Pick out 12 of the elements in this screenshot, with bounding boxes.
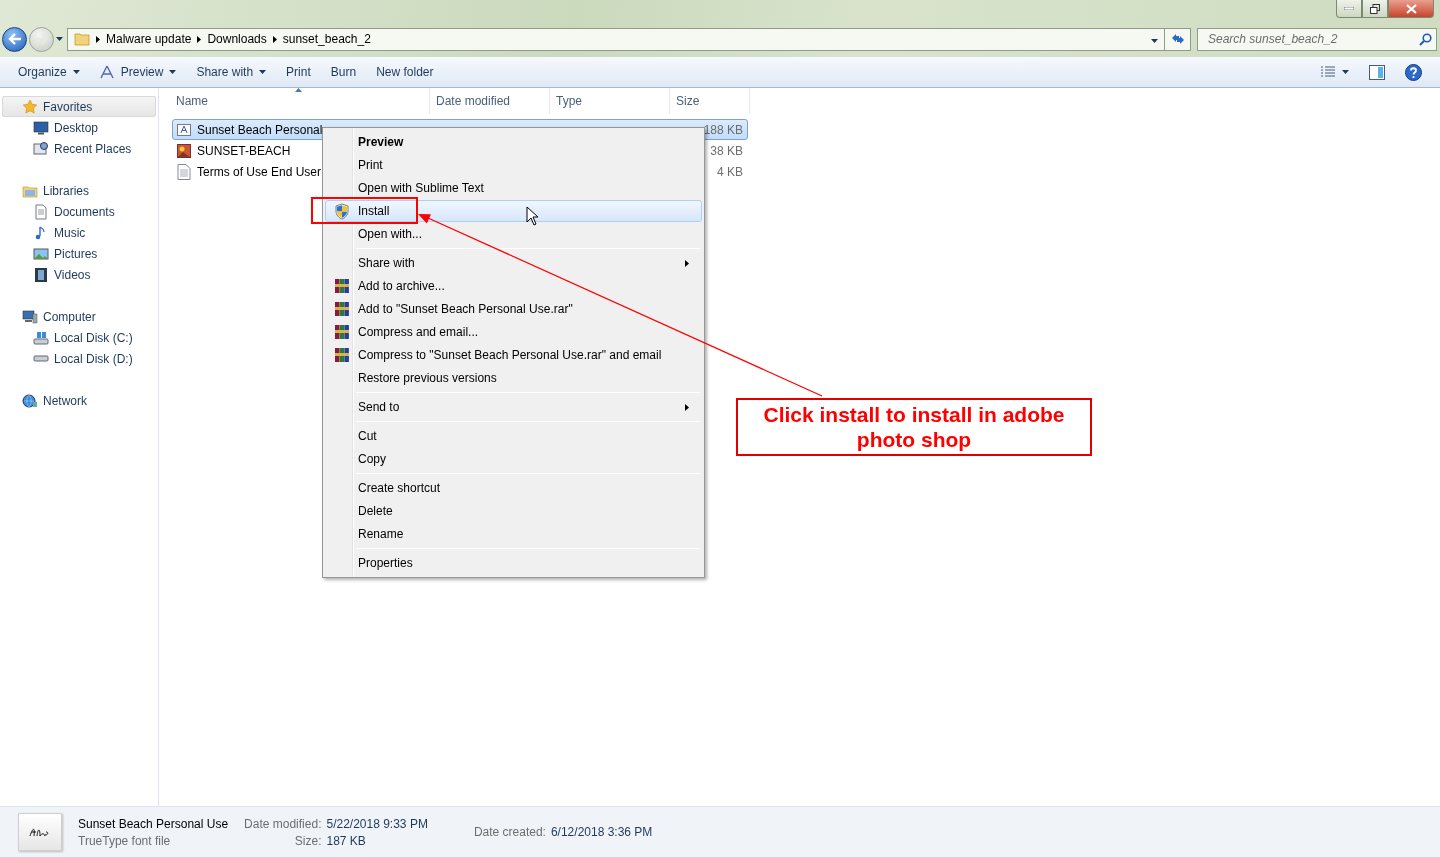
detail-value: 5/22/2018 9:33 PM xyxy=(326,816,428,831)
detail-value: 187 KB xyxy=(326,833,367,848)
detail-file-type: TrueType font file xyxy=(78,833,172,848)
detail-file-name: Sunset Beach Personal Use xyxy=(78,816,229,831)
file-size: 188 KB xyxy=(702,122,744,137)
annotation-callout: Click install to install in adobe photo shop xyxy=(736,398,1092,456)
file-size: 38 KB xyxy=(709,143,744,158)
detail-label: Date modified: xyxy=(244,816,322,831)
detail-value: 6/12/2018 3:36 PM xyxy=(550,825,653,839)
detail-label: Date created: xyxy=(473,825,546,839)
detail-label: Size: xyxy=(293,833,322,848)
file-size: 4 KB xyxy=(716,164,744,179)
